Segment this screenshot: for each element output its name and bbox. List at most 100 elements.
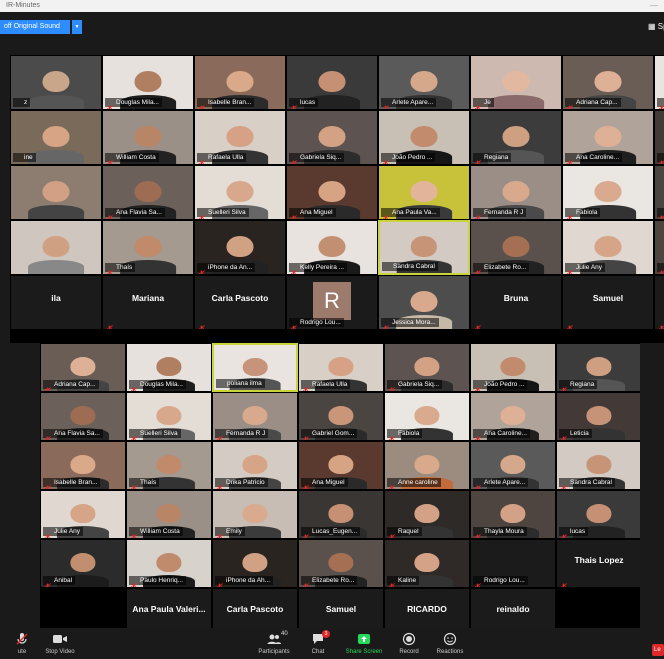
leave-meeting-button[interactable]: Le xyxy=(652,644,664,656)
participant-tile[interactable]: Thaís xyxy=(126,441,212,490)
participant-tile[interactable]: Anne caroline xyxy=(384,441,470,490)
participant-tile[interactable]: Arlete Apare... xyxy=(378,55,470,110)
participant-body xyxy=(28,260,84,274)
participant-tile[interactable] xyxy=(10,165,102,220)
participant-tile[interactable]: Anibal xyxy=(40,539,126,588)
participant-tile[interactable]: João Pedro ... xyxy=(378,110,470,165)
minimize-button[interactable]: — xyxy=(650,0,658,12)
participant-tile[interactable]: William Costa xyxy=(102,110,194,165)
participant-tile[interactable]: Raquel xyxy=(384,490,470,539)
participant-tile[interactable]: Regiana xyxy=(556,343,640,392)
participant-tile[interactable]: RIC xyxy=(654,275,664,330)
participant-tile[interactable]: Emily xyxy=(212,490,298,539)
participant-tile[interactable]: Suelleri Silva xyxy=(126,392,212,441)
participant-tile[interactable]: Douglas Mila... xyxy=(102,55,194,110)
participant-tile[interactable]: Rafaela Ulla xyxy=(194,110,286,165)
participant-tile[interactable]: Fernanda R J xyxy=(212,392,298,441)
participant-tile[interactable]: Gabriela Siq... xyxy=(286,110,378,165)
participant-tile[interactable]: Fabiola xyxy=(384,392,470,441)
participant-tile[interactable]: Je xyxy=(470,55,562,110)
participant-tile[interactable]: Julie Any xyxy=(562,220,654,275)
participant-tile[interactable]: Arlete Apare... xyxy=(470,441,556,490)
participant-face xyxy=(410,70,438,93)
participant-tile[interactable]: ila xyxy=(10,275,102,330)
participant-tile[interactable]: Leticia xyxy=(654,110,664,165)
participant-tile[interactable]: iPhone da Ah... xyxy=(212,539,298,588)
participant-tile[interactable]: Julie Any xyxy=(40,490,126,539)
participant-tile[interactable]: lucas xyxy=(286,55,378,110)
participant-tile[interactable]: Isabelle Bran... xyxy=(194,55,286,110)
participant-tile[interactable]: Lucas_Eugen... xyxy=(298,490,384,539)
participant-tile[interactable]: Ana Flavia Sa... xyxy=(40,392,126,441)
participant-tile[interactable]: Ana Caroline... xyxy=(562,110,654,165)
participant-tile[interactable]: Ana Flavia Sa... xyxy=(102,165,194,220)
muted-mic-icon xyxy=(130,577,137,587)
participant-tile[interactable]: Gabriel xyxy=(654,165,664,220)
microphone-icon xyxy=(16,633,28,645)
participant-tile[interactable]: William Costa xyxy=(126,490,212,539)
participant-face xyxy=(242,553,268,572)
participant-tile[interactable]: Isabelle Bran... xyxy=(40,441,126,490)
muted-mic-icon xyxy=(560,430,567,440)
participant-tile[interactable]: Jessica Mora... xyxy=(378,275,470,330)
participant-tile[interactable]: Paulo Henriq... xyxy=(126,539,212,588)
participant-tile[interactable] xyxy=(10,220,102,275)
participant-tile[interactable]: Bruna xyxy=(470,275,562,330)
participant-tile[interactable]: Rodrigo Lou... xyxy=(470,539,556,588)
participants-button[interactable]: 40 Participants xyxy=(252,630,296,657)
muted-mic-icon xyxy=(560,528,567,538)
muted-mic-icon xyxy=(474,264,481,274)
view-switch-label: Sp xyxy=(657,22,664,31)
participant-name-label: poliana ilma xyxy=(216,379,265,388)
participant-tile[interactable]: lucas xyxy=(556,490,640,539)
participant-tile[interactable]: ine xyxy=(10,110,102,165)
participant-tile[interactable]: Fernanda R J xyxy=(470,165,562,220)
original-sound-toggle[interactable]: off Original Sound xyxy=(0,20,70,34)
participant-tile[interactable]: poliana ilma xyxy=(654,55,664,110)
record-button[interactable]: Record xyxy=(387,630,431,657)
participant-tile[interactable]: Sandra Cabral xyxy=(556,441,640,490)
participant-tile[interactable]: Ana Miguel xyxy=(286,165,378,220)
participant-tile[interactable]: Mariana xyxy=(102,275,194,330)
participant-tile[interactable]: Samuel xyxy=(562,275,654,330)
participant-tile[interactable]: Thaís xyxy=(102,220,194,275)
participant-tile[interactable]: Leticia xyxy=(556,392,640,441)
participant-tile[interactable]: Douglas Mila... xyxy=(126,343,212,392)
participant-tile[interactable]: Fabiola xyxy=(562,165,654,220)
participant-tile[interactable]: Thais Lopez xyxy=(556,539,640,588)
participant-tile[interactable]: Ana Miguel xyxy=(298,441,384,490)
chat-button[interactable]: 3 Chat xyxy=(296,630,340,657)
participant-tile[interactable]: R Rodrigo Lou... xyxy=(286,275,378,330)
participant-tile[interactable]: Regiana xyxy=(470,110,562,165)
participant-tile[interactable]: Suelleri Silva xyxy=(194,165,286,220)
participant-tile[interactable]: Elizabete Ro... xyxy=(470,220,562,275)
reactions-button[interactable]: Reactions xyxy=(428,630,472,657)
participant-name-label: Gabriela Siq... xyxy=(289,153,345,162)
participant-tile[interactable]: Ana Paula Va... xyxy=(378,165,470,220)
participant-tile[interactable]: Elizabete Ro... xyxy=(298,539,384,588)
participant-tile[interactable]: Ana Caroline... xyxy=(470,392,556,441)
participant-tile[interactable]: Gabriela Siq... xyxy=(384,343,470,392)
participant-tile[interactable]: Thayla M xyxy=(654,220,664,275)
participant-tile[interactable]: z xyxy=(10,55,102,110)
muted-mic-icon xyxy=(130,430,137,440)
participant-tile[interactable]: Thayla Moura xyxy=(470,490,556,539)
original-sound-dropdown[interactable]: ▾ xyxy=(72,20,82,34)
participant-tile[interactable]: Drika Patricio xyxy=(212,441,298,490)
participant-tile[interactable]: poliana ilma xyxy=(212,343,298,392)
participant-tile[interactable]: Carla Pascoto xyxy=(194,275,286,330)
participant-tile[interactable]: Kaline xyxy=(384,539,470,588)
share-screen-button[interactable]: Share Screen xyxy=(342,630,386,657)
participant-tile[interactable]: Rafaela Ulla xyxy=(298,343,384,392)
participant-tile[interactable]: Sandra Cabral xyxy=(378,220,470,275)
stop-video-button[interactable]: Stop Video xyxy=(38,630,82,657)
participant-tile[interactable]: Adriana Cap... xyxy=(562,55,654,110)
muted-mic-icon xyxy=(388,528,395,538)
participant-tile[interactable]: iPhone da An... xyxy=(194,220,286,275)
participant-tile[interactable]: João Pedro ... xyxy=(470,343,556,392)
participant-tile[interactable]: Kelly Pereira ... xyxy=(286,220,378,275)
participant-tile[interactable]: Gabriel Gom... xyxy=(298,392,384,441)
view-switch-button[interactable]: ▦ Sp xyxy=(648,20,664,34)
participant-tile[interactable]: Adriana Cap... xyxy=(40,343,126,392)
muted-mic-icon xyxy=(106,154,113,164)
